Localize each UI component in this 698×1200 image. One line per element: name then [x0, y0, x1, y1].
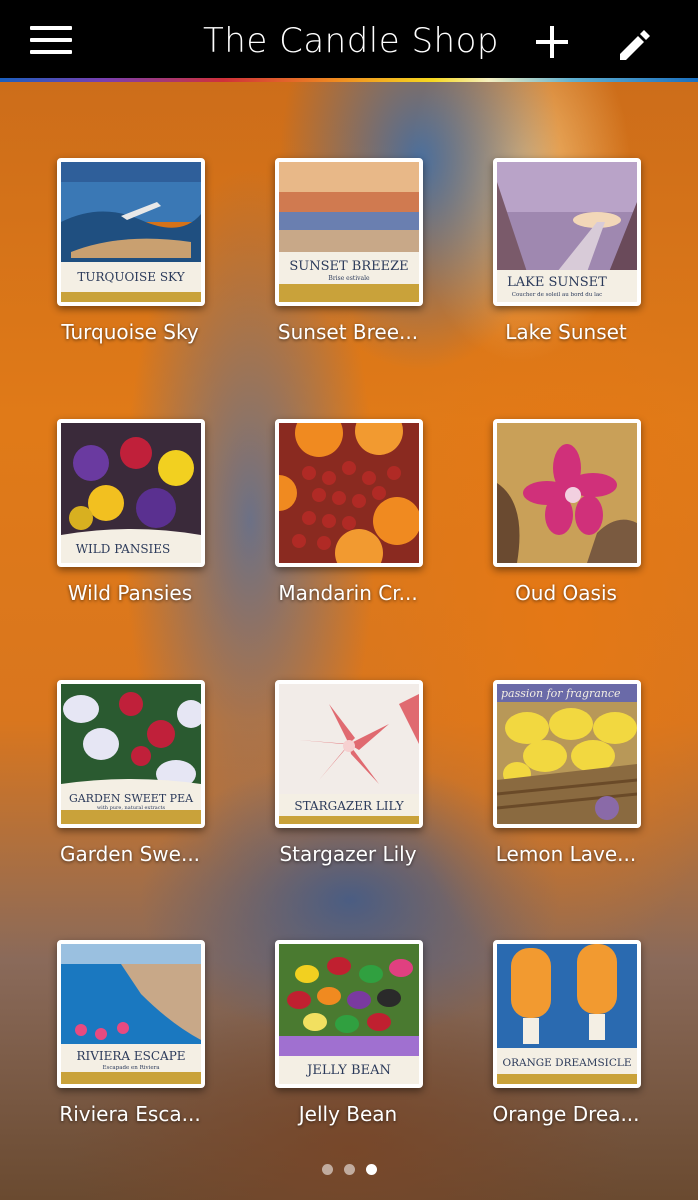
candle-tile[interactable]: ORANGE DREAMSICLE Orange Drea...	[472, 940, 660, 1140]
header-accent-stripe	[0, 78, 698, 82]
candle-thumbnail: GARDEN SWEET PEA with pure, natural extr…	[57, 680, 205, 828]
candle-tile[interactable]: WILD PANSIES Wild Pansies	[36, 419, 224, 619]
candle-print-label: JELLY BEAN	[305, 1063, 391, 1078]
candle-tile[interactable]: JELLY BEAN Jelly Bean	[254, 940, 442, 1140]
candle-thumbnail: TURQUOISE SKY	[57, 158, 205, 306]
candle-tile[interactable]: GARDEN SWEET PEA with pure, natural extr…	[36, 680, 224, 880]
candle-thumbnail: STARGAZER LILY	[275, 680, 423, 828]
plus-icon[interactable]	[534, 24, 570, 60]
candle-thumbnail: LAKE SUNSET Coucher de soleil au bord du…	[493, 158, 641, 306]
page-dot-3[interactable]	[366, 1164, 377, 1175]
candle-thumbnail: passion for fragrance	[493, 680, 641, 828]
candle-print-label: passion for fragrance	[501, 687, 621, 700]
candle-label: Mandarin Cr...	[278, 581, 418, 605]
candle-label: Orange Drea...	[492, 1102, 640, 1126]
candle-label: Jelly Bean	[298, 1102, 398, 1126]
candle-thumbnail: JELLY BEAN	[275, 940, 423, 1088]
candle-label: Oud Oasis	[515, 581, 617, 605]
candle-print-sublabel: Brise estivale	[328, 275, 370, 282]
candle-label: Turquoise Sky	[61, 320, 199, 344]
candle-label: Riviera Esca...	[59, 1102, 201, 1126]
candle-thumbnail: SUNSET BREEZE Brise estivale	[275, 158, 423, 306]
candle-print-label: LAKE SUNSET	[507, 275, 607, 290]
candle-tile[interactable]: Mandarin Cr...	[254, 419, 442, 619]
candle-print-label: SUNSET BREEZE	[289, 259, 408, 274]
candle-print-label: WILD PANSIES	[76, 542, 171, 556]
candle-thumbnail: WILD PANSIES	[57, 419, 205, 567]
candle-tile[interactable]: TURQUOISE SKY Turquoise Sky	[36, 158, 224, 358]
candle-tile[interactable]: SUNSET BREEZE Brise estivale Sunset Bree…	[254, 158, 442, 358]
pencil-icon[interactable]	[614, 24, 654, 64]
candle-label: Lemon Lave...	[495, 842, 637, 866]
app-header: The Candle Shop	[0, 0, 698, 78]
app-title: The Candle Shop	[203, 21, 499, 61]
candle-thumbnail: ORANGE DREAMSICLE	[493, 940, 641, 1088]
candle-label: Wild Pansies	[67, 581, 193, 605]
candle-tile[interactable]: STARGAZER LILY Stargazer Lily	[254, 680, 442, 880]
page-dot-2[interactable]	[344, 1164, 355, 1175]
candle-label: Stargazer Lily	[279, 842, 417, 866]
candle-print-label: ORANGE DREAMSICLE	[502, 1057, 631, 1069]
candle-tile[interactable]: Oud Oasis	[472, 419, 660, 619]
candle-print-label: TURQUOISE SKY	[77, 270, 185, 284]
candle-print-label: STARGAZER LILY	[294, 799, 404, 813]
page-dot-1[interactable]	[322, 1164, 333, 1175]
candle-thumbnail	[275, 419, 423, 567]
candle-thumbnail: RIVIERA ESCAPE Escapade en Riviera	[57, 940, 205, 1088]
candle-print-label: RIVIERA ESCAPE	[76, 1049, 185, 1063]
candle-thumbnail	[493, 419, 641, 567]
candle-label: Sunset Bree...	[277, 320, 419, 344]
candle-print-sublabel: Coucher de soleil au bord du lac	[512, 292, 602, 298]
candle-tile[interactable]: LAKE SUNSET Coucher de soleil au bord du…	[472, 158, 660, 358]
candle-tile[interactable]: RIVIERA ESCAPE Escapade en Riviera Rivie…	[36, 940, 224, 1140]
candle-print-sublabel: Escapade en Riviera	[103, 1065, 161, 1071]
page-indicator[interactable]	[318, 1162, 380, 1176]
candle-label: Lake Sunset	[505, 320, 627, 344]
candle-print-label: GARDEN SWEET PEA	[69, 792, 194, 805]
candle-tile[interactable]: passion for fragrance Lemon Lave...	[472, 680, 660, 880]
hamburger-menu-icon[interactable]	[28, 22, 74, 58]
candle-label: Garden Swe...	[59, 842, 201, 866]
